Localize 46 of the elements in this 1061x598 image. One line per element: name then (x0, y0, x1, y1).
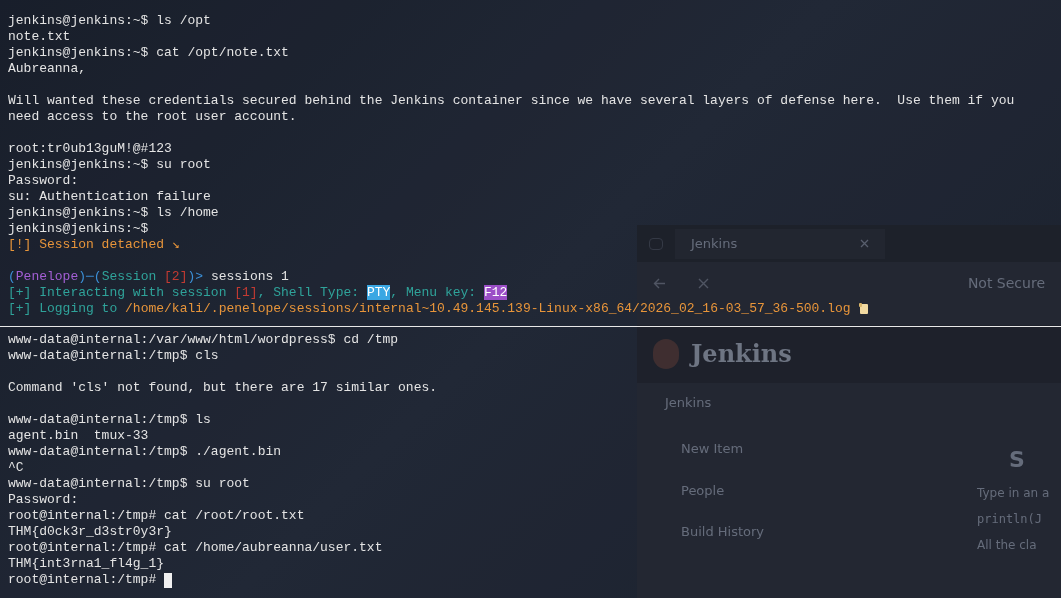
terminal-line: jenkins@jenkins:~$ ls /opt (8, 13, 211, 29)
browser-tab[interactable]: Jenkins (675, 228, 885, 259)
terminal-line: www-data@internal:/tmp$ ls (8, 412, 211, 428)
terminal-line: THM{d0ck3r_d3str0y3r} (8, 524, 172, 540)
terminal-line: www-data@internal:/tmp$ cls (8, 348, 219, 364)
sidebar-link[interactable]: People (653, 480, 961, 500)
terminal-line: [+] Logging to /home/kali/.penelope/sessions/internal~10.49.145.139-Linux-x86_64/2026_02_16-03_57_36-500.log (8, 301, 851, 317)
back-arrow-icon[interactable] (653, 278, 666, 289)
terminal-line: root:tr0ub13guM!@#123 (8, 141, 172, 157)
terminal-line: su: Authentication failure (8, 189, 211, 205)
terminal-line: root@internal:/tmp# cat /home/aubreanna/user.txt (8, 540, 383, 556)
terminal-line: ^C (8, 460, 24, 476)
terminal-line: jenkins@jenkins:~$ su root (8, 157, 211, 173)
terminal-line: root@internal:/tmp# (8, 572, 158, 588)
terminal-line: (Penelope)─(Session [2])> sessions 1 (8, 269, 289, 285)
breadcrumb-link[interactable]: Jenkins (665, 393, 712, 413)
terminal-line: www-data@internal:/tmp$ ./agent.bin (8, 444, 282, 460)
close-icon[interactable] (860, 239, 869, 248)
terminal-line: [+] Interacting with session [1], Shell Type: PTY, Menu key: F12 (8, 285, 508, 301)
terminal-line: need access to the root user account. (8, 109, 297, 125)
terminal-line: Password: (8, 173, 79, 189)
content-text: Type in an a (977, 485, 1050, 502)
terminal-line: Will wanted these credentials secured behind the Jenkins container since we have several layers of defense here. Use them if you (8, 93, 1015, 109)
sidebar-link[interactable]: New Item (653, 439, 961, 459)
terminal-line: www-data@internal:/var/www/html/wordpress$ cd /tmp (8, 332, 399, 348)
content-text: All the cla (977, 537, 1038, 554)
terminal-line: [!] Session detached ↘ (8, 237, 180, 253)
terminal-line: jenkins@jenkins:~$ ls /home (8, 205, 219, 221)
header-title: Jenkins (691, 338, 792, 370)
terminal-line: note.txt (8, 29, 71, 45)
security-indicator[interactable]: Not Secure (967, 273, 1045, 294)
close-icon[interactable] (698, 278, 709, 289)
terminal-line: Command 'cls' not found, but there are 17 similar ones. (8, 380, 438, 396)
code-text: println(J (977, 511, 1044, 528)
terminal-line: Aubreanna, (8, 61, 86, 77)
sidebar-link[interactable]: Build History (653, 522, 961, 542)
terminal-line: THM{int3rna1_fl4g_1} (8, 556, 165, 572)
logo-icon (653, 339, 679, 369)
terminal-line: jenkins@jenkins:~$ (8, 221, 149, 237)
terminal-line: jenkins@jenkins:~$ cat /opt/note.txt (8, 45, 289, 61)
scroll-icon (858, 303, 869, 315)
terminal-line: root@internal:/tmp# cat /root/root.txt (8, 508, 305, 524)
terminal-line: www-data@internal:/tmp$ su root (8, 476, 250, 492)
terminal-line: Password: (8, 492, 79, 508)
content-heading: S (1008, 446, 1026, 474)
terminal-line: agent.bin tmux-33 (8, 428, 149, 444)
